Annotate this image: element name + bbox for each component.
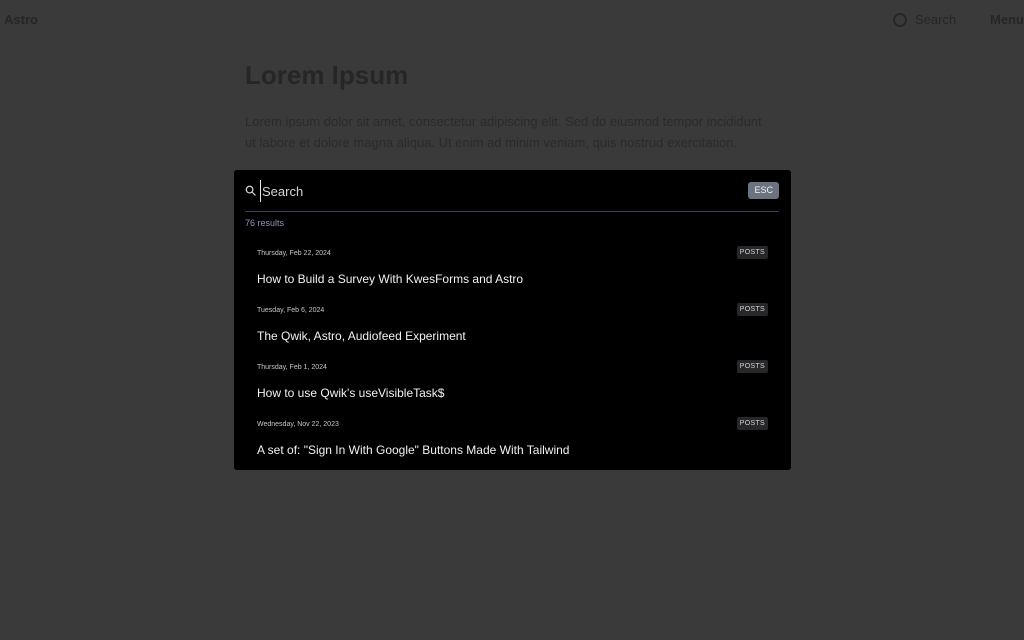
result-title[interactable]: How to use Qwik's useVisibleTask$ [257,386,444,400]
result-item[interactable]: Thursday, Feb 1, 2024 POSTS How to use Q… [234,353,791,410]
result-category-badge: POSTS [736,417,768,430]
result-item[interactable]: Wednesday, Nov 22, 2023 POSTS A set of: … [234,410,791,467]
result-item[interactable]: Thursday, Feb 22, 2024 POSTS How to Buil… [234,239,791,296]
result-title[interactable]: The Qwik, Astro, Audiofeed Experiment [257,329,466,343]
header-menu-button[interactable]: Menu [990,12,1024,27]
header-search-icon [893,12,907,27]
result-date: Wednesday, Nov 22, 2023 [257,421,339,428]
search-modal: ESC 76 results Thursday, Feb 22, 2024 PO… [234,170,791,470]
result-category-badge: POSTS [736,246,768,259]
result-title[interactable]: A set of: "Sign In With Google" Buttons … [257,443,569,457]
result-category-badge: POSTS [736,303,768,316]
header-search-button[interactable]: Search [893,12,956,27]
site-logo[interactable]: Astro [4,12,38,27]
results-list: Thursday, Feb 22, 2024 POSTS How to Buil… [234,239,791,467]
result-title[interactable]: How to Build a Survey With KwesForms and… [257,272,523,286]
page-title: Lorem Ipsum [245,60,409,90]
result-date: Thursday, Feb 22, 2024 [257,250,331,257]
header-search-label: Search [915,12,957,27]
search-bar: ESC [245,180,779,212]
search-icon [245,185,256,196]
search-input[interactable] [260,180,732,202]
result-item[interactable]: Tuesday, Feb 6, 2024 POSTS The Qwik, Ast… [234,296,791,353]
esc-button[interactable]: ESC [748,182,779,199]
result-date: Tuesday, Feb 6, 2024 [257,307,325,314]
results-count: 76 results [245,218,285,228]
result-date: Thursday, Feb 1, 2024 [257,364,327,371]
page-intro: Lorem ipsum dolor sit amet, consectetur … [245,114,762,150]
result-category-badge: POSTS [736,360,768,373]
